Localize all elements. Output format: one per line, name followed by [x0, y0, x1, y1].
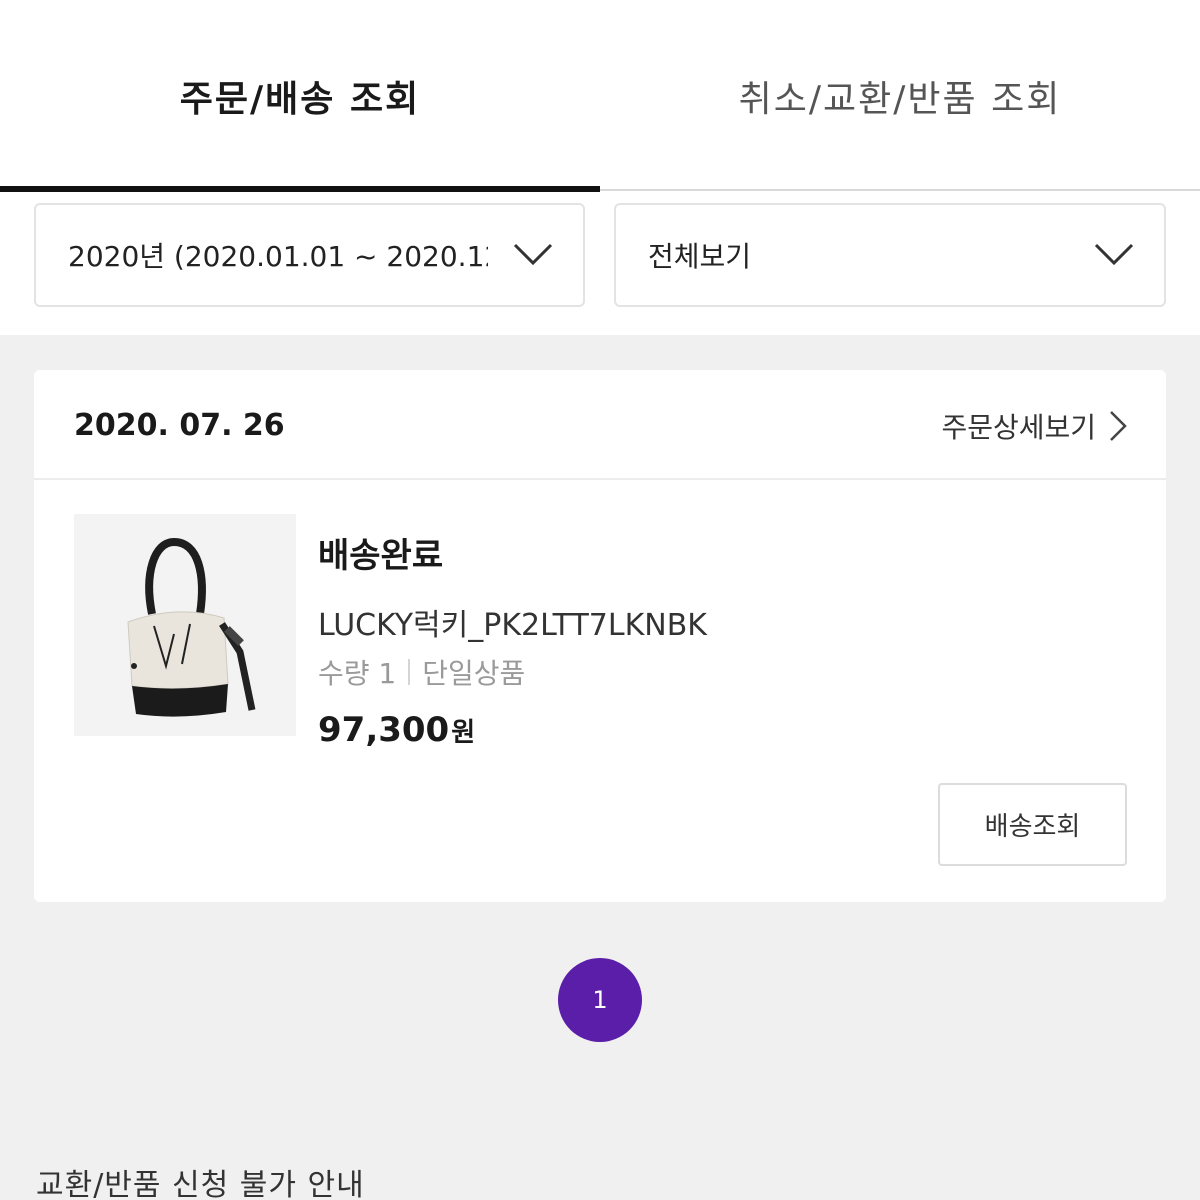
price-currency: 원 [451, 718, 476, 748]
price-amount: 97,300 [318, 710, 450, 750]
chevron-right-icon [1110, 411, 1127, 441]
product-thumbnail[interactable] [74, 514, 296, 736]
order-type-select[interactable]: 전체보기 [614, 203, 1166, 307]
chevron-down-icon [513, 243, 553, 266]
meta-divider [408, 659, 411, 685]
tab-orders-shipping[interactable]: 주문/배송 조회 [0, 30, 600, 162]
return-restriction-notice[interactable]: 교환/반품 신청 불가 안내 [36, 1160, 365, 1200]
product-name[interactable]: LUCKY럭키_PK2LTT7LKNBK [318, 600, 707, 644]
pagination-page-1[interactable]: 1 [558, 958, 642, 1042]
track-delivery-button[interactable]: 배송조회 [938, 783, 1127, 866]
order-card: 2020. 07. 26 주문상세보기 배송완료 LUCKY럭키_PK2LTT7… [34, 370, 1166, 902]
delivery-status: 배송완료 [318, 536, 444, 576]
order-tabs: 주문/배송 조회 취소/교환/반품 조회 [0, 30, 1200, 192]
product-option: 단일상품 [422, 657, 526, 690]
order-detail-label: 주문상세보기 [941, 411, 1096, 444]
order-detail-link[interactable]: 주문상세보기 [941, 406, 1128, 446]
period-select-value: 2020년 (2020.01.01 ~ 2020.12.31) [68, 240, 488, 273]
tab-divider [600, 189, 1200, 191]
order-type-select-value: 전체보기 [648, 240, 752, 273]
product-quantity: 수량 1 [318, 657, 397, 690]
order-card-header: 2020. 07. 26 주문상세보기 [34, 370, 1166, 480]
product-meta: 수량 1 단일상품 [318, 652, 525, 692]
chevron-down-icon [1094, 243, 1134, 266]
order-date: 2020. 07. 26 [74, 408, 285, 443]
active-tab-indicator [0, 186, 600, 192]
period-select[interactable]: 2020년 (2020.01.01 ~ 2020.12.31) [34, 203, 585, 307]
product-price: 97,300 원 [318, 710, 475, 750]
tab-cancel-exchange-return[interactable]: 취소/교환/반품 조회 [600, 30, 1200, 162]
bucket-bag-image [74, 514, 296, 736]
